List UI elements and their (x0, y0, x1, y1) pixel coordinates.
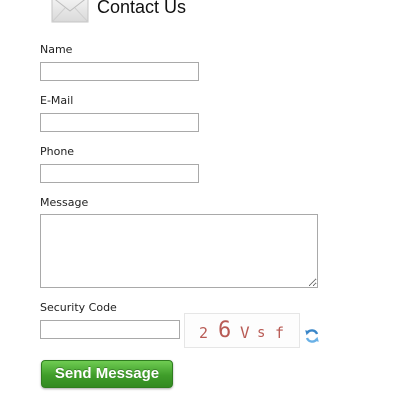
captcha-char: 2 (199, 324, 209, 342)
captcha-char: f (275, 324, 285, 342)
name-label: Name (40, 43, 73, 56)
email-label: E-Mail (40, 94, 74, 107)
page-header: Contact Us (50, 0, 250, 26)
security-code-field[interactable] (40, 320, 180, 339)
phone-label: Phone (40, 145, 75, 158)
captcha-char: V (240, 323, 250, 342)
captcha-char: 6 (218, 318, 232, 343)
send-message-button[interactable]: Send Message (41, 360, 173, 388)
captcha-char: s (257, 325, 266, 341)
phone-field[interactable] (40, 164, 199, 183)
page-title: Contact Us (97, 0, 187, 17)
envelope-icon (51, 0, 89, 23)
name-field[interactable] (40, 62, 199, 81)
refresh-icon[interactable] (304, 328, 320, 344)
email-field[interactable] (40, 113, 199, 132)
message-field[interactable] (40, 214, 318, 288)
message-label: Message (40, 196, 89, 209)
captcha-image: 2 6 V s f (184, 313, 300, 348)
security-code-label: Security Code (40, 301, 117, 314)
